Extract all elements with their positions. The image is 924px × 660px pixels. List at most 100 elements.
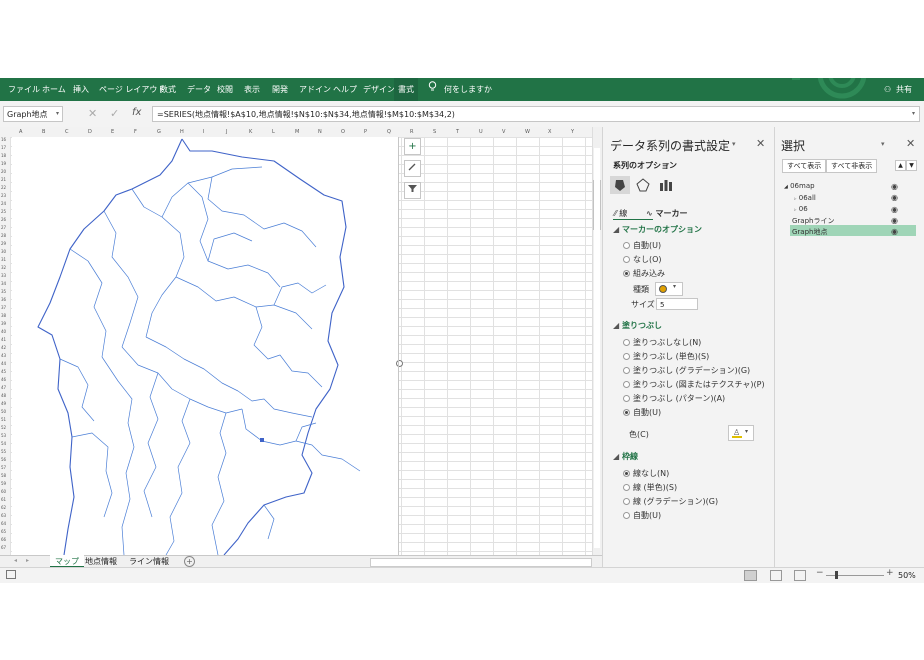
row-header-cell[interactable]: 16 (1, 137, 6, 142)
row-header-cell[interactable]: 30 (1, 249, 6, 254)
cancel-icon[interactable]: ✕ (88, 107, 97, 120)
share-button[interactable]: 共有 (896, 78, 912, 101)
selection-item-06map[interactable]: ◢ 06map (784, 182, 815, 190)
column-header-cell[interactable]: Y (571, 129, 574, 135)
row-header-cell[interactable]: 61 (1, 497, 6, 502)
row-header-cell[interactable]: 64 (1, 521, 6, 526)
column-header-cell[interactable]: U (479, 129, 483, 135)
row-header-cell[interactable]: 49 (1, 401, 6, 406)
tab-format[interactable]: 書式 (394, 78, 418, 101)
fill-color-picker[interactable]: ♙ ▾ (728, 425, 754, 441)
row-header-cell[interactable]: 56 (1, 457, 6, 462)
row-header-cell[interactable]: 62 (1, 505, 6, 510)
column-header-cell[interactable]: C (65, 129, 69, 135)
row-header-cell[interactable]: 31 (1, 257, 6, 262)
column-header-cell[interactable]: D (88, 129, 92, 135)
eye-icon[interactable]: ◉ (891, 216, 898, 225)
tab-insert[interactable]: 挿入 (73, 78, 89, 101)
row-header-cell[interactable]: 44 (1, 361, 6, 366)
row-header-cell[interactable]: 33 (1, 273, 6, 278)
row-header-cell[interactable]: 53 (1, 433, 6, 438)
hide-all-button[interactable]: すべて非表示 (826, 159, 878, 173)
chart-filters-button[interactable] (404, 182, 421, 199)
tab-formulas[interactable]: 数式 (160, 78, 176, 101)
row-header-cell[interactable]: 65 (1, 529, 6, 534)
row-header-cell[interactable]: 26 (1, 217, 6, 222)
tab-help[interactable]: ヘルプ (333, 78, 357, 101)
bring-forward-icon[interactable]: ▲ (895, 160, 906, 171)
pane-options-icon[interactable]: ▾ (732, 140, 736, 148)
row-header-cell[interactable]: 52 (1, 425, 6, 430)
row-header-cell[interactable]: 22 (1, 185, 6, 190)
marker-size-input[interactable]: 5 (656, 298, 698, 310)
row-header-cell[interactable]: 59 (1, 481, 6, 486)
row-header-cell[interactable]: 28 (1, 233, 6, 238)
column-header-cell[interactable]: E (111, 129, 114, 135)
add-sheet-button[interactable]: + (184, 556, 195, 567)
tab-review[interactable]: 校閲 (217, 78, 233, 101)
chart-styles-button[interactable] (404, 160, 421, 177)
tell-me-search[interactable]: 何をしますか (444, 78, 492, 101)
tab-data[interactable]: データ (187, 78, 211, 101)
horizontal-scrollbar[interactable] (370, 558, 592, 567)
close-format-pane-icon[interactable]: ✕ (756, 137, 765, 150)
row-header-cell[interactable]: 67 (1, 545, 6, 550)
column-header-cell[interactable]: J (226, 129, 227, 135)
tab-home[interactable]: ホーム (42, 78, 66, 101)
column-header-cell[interactable]: X (548, 129, 551, 135)
row-header-cell[interactable]: 23 (1, 193, 6, 198)
row-header-cell[interactable]: 66 (1, 537, 6, 542)
selection-item-06all[interactable]: ▹ 06all (794, 194, 816, 202)
column-header-cell[interactable]: M (295, 129, 299, 135)
tab-design[interactable]: デザイン (363, 78, 395, 101)
row-header-cell[interactable]: 48 (1, 393, 6, 398)
column-header-cell[interactable]: B (42, 129, 45, 135)
row-header-cell[interactable]: 54 (1, 441, 6, 446)
row-header-cell[interactable]: 38 (1, 313, 6, 318)
name-box-dropdown-icon[interactable]: ▾ (56, 110, 59, 117)
row-header-cell[interactable]: 24 (1, 201, 6, 206)
column-header-cell[interactable]: K (249, 129, 252, 135)
zoom-slider-thumb[interactable] (835, 571, 838, 579)
column-header-cell[interactable]: A (19, 129, 22, 135)
insert-function-button[interactable]: fx (132, 107, 141, 118)
series-options-icon[interactable] (659, 178, 673, 194)
row-header-cell[interactable]: 36 (1, 297, 6, 302)
eye-icon[interactable]: ◉ (891, 193, 898, 202)
row-header-cell[interactable]: 43 (1, 353, 6, 358)
zoom-out-icon[interactable]: − (816, 568, 824, 578)
column-header-cell[interactable]: T (456, 129, 459, 135)
send-backward-icon[interactable]: ▼ (906, 160, 917, 171)
marker-auto-radio[interactable]: 自動(U) (623, 240, 661, 251)
effects-icon[interactable] (636, 178, 650, 194)
tab-scroll-right-icon[interactable]: ▸ (26, 557, 29, 564)
formula-input[interactable]: =SERIES(地点情報!$A$10,地点情報!$N$10:$N$34,地点情報… (152, 106, 920, 122)
border-none-radio[interactable]: 線なし(N) (623, 468, 669, 479)
row-header-cell[interactable]: 25 (1, 209, 6, 214)
selection-item-06[interactable]: ▹ 06 (794, 205, 808, 213)
marker-builtin-radio[interactable]: 組み込み (623, 268, 665, 279)
row-header-cell[interactable]: 29 (1, 241, 6, 246)
row-header-cell[interactable]: 17 (1, 145, 6, 150)
fill-gradient-radio[interactable]: 塗りつぶし (グラデーション)(G) (623, 365, 750, 376)
tab-page-layout[interactable]: ページ レイアウト (99, 78, 165, 101)
row-header-cell[interactable]: 58 (1, 473, 6, 478)
tab-line[interactable]: ⁄⁄ 線 (614, 208, 627, 219)
row-header-cell[interactable]: 47 (1, 385, 6, 390)
name-box[interactable]: Graph地点 (3, 106, 63, 122)
chart-elements-button[interactable]: + (404, 138, 421, 155)
border-gradient-radio[interactable]: 線 (グラデーション)(G) (623, 496, 718, 507)
row-header-cell[interactable]: 19 (1, 161, 6, 166)
fill-auto-radio[interactable]: 自動(U) (623, 407, 661, 418)
tab-developer[interactable]: 開発 (272, 78, 288, 101)
tab-addins[interactable]: アドイン (299, 78, 331, 101)
page-break-view-icon[interactable] (794, 570, 806, 581)
tab-marker[interactable]: ∿ マーカー (646, 208, 688, 219)
row-header-cell[interactable]: 50 (1, 409, 6, 414)
selection-item-graph-point[interactable]: Graph地点 (792, 227, 827, 237)
tab-file[interactable]: ファイル (8, 78, 40, 101)
row-header-cell[interactable]: 21 (1, 177, 6, 182)
border-auto-radio[interactable]: 自動(U) (623, 510, 661, 521)
eye-icon[interactable]: ◉ (891, 182, 898, 191)
marker-none-radio[interactable]: なし(O) (623, 254, 662, 265)
